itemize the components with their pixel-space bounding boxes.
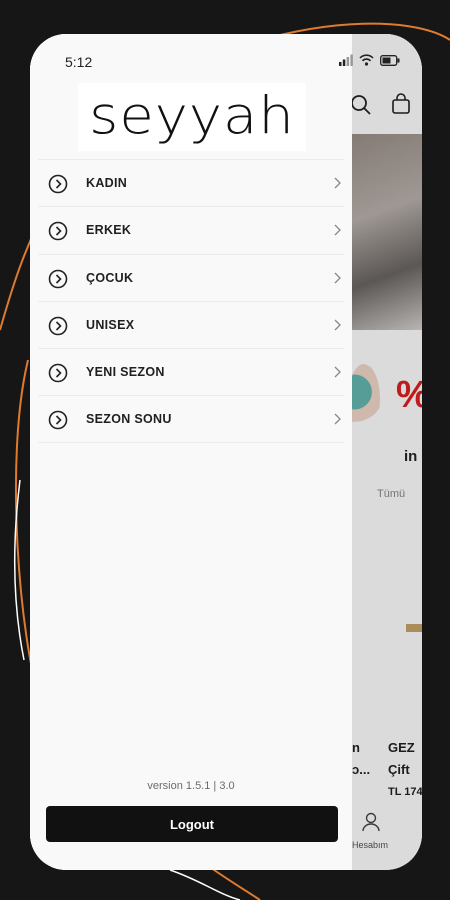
chevron-circle-icon [48,221,68,241]
status-icons [339,54,400,66]
wifi-icon [359,54,374,66]
chevron-right-icon [334,272,341,284]
chevron-circle-icon [48,174,68,194]
navigation-drawer: seyyah KADIN ERKEK ÇOCUK UNISEX YENI SEZ… [30,34,352,870]
menu-item-label: SEZON SONU [86,412,172,427]
chevron-right-icon [334,224,341,236]
menu-item-cocuk[interactable]: ÇOCUK [38,253,344,301]
menu-item-label: KADIN [86,176,128,191]
version-text: version 1.5.1 | 3.0 [147,780,235,792]
logout-button[interactable]: Logout [46,806,338,842]
chevron-right-icon [334,319,341,331]
category-menu: KADIN ERKEK ÇOCUK UNISEX YENI SEZON SEZO… [38,159,344,443]
menu-item-label: YENI SEZON [86,365,165,380]
phone-screen: % in Tümü n ɔ... GEZ Çift TL 174 Hesabım… [30,34,422,870]
chevron-right-icon [334,177,341,189]
menu-item-label: ÇOCUK [86,270,134,285]
menu-item-kadin[interactable]: KADIN [38,159,344,206]
menu-item-erkek[interactable]: ERKEK [38,206,344,253]
chevron-right-icon [334,366,341,378]
chevron-circle-icon [48,411,68,430]
status-time: 5:12 [65,54,93,70]
menu-item-unisex[interactable]: UNISEX [38,300,344,348]
menu-item-sezon-sonu[interactable]: SEZON SONU [38,395,344,443]
chevron-circle-icon [48,269,68,288]
chevron-right-icon [334,414,341,425]
chevron-circle-icon [48,316,68,336]
menu-item-yeni-sezon[interactable]: YENI SEZON [38,348,344,395]
status-bar: 5:12 [30,34,422,90]
menu-item-label: UNISEX [86,318,135,333]
battery-icon [380,54,400,66]
chevron-circle-icon [48,363,68,383]
signal-icon [339,54,353,66]
drawer-scrim[interactable] [352,34,422,870]
brand-logo-text: seyyah [89,86,295,147]
menu-item-label: ERKEK [86,223,132,238]
brand-logo: seyyah [78,83,306,151]
